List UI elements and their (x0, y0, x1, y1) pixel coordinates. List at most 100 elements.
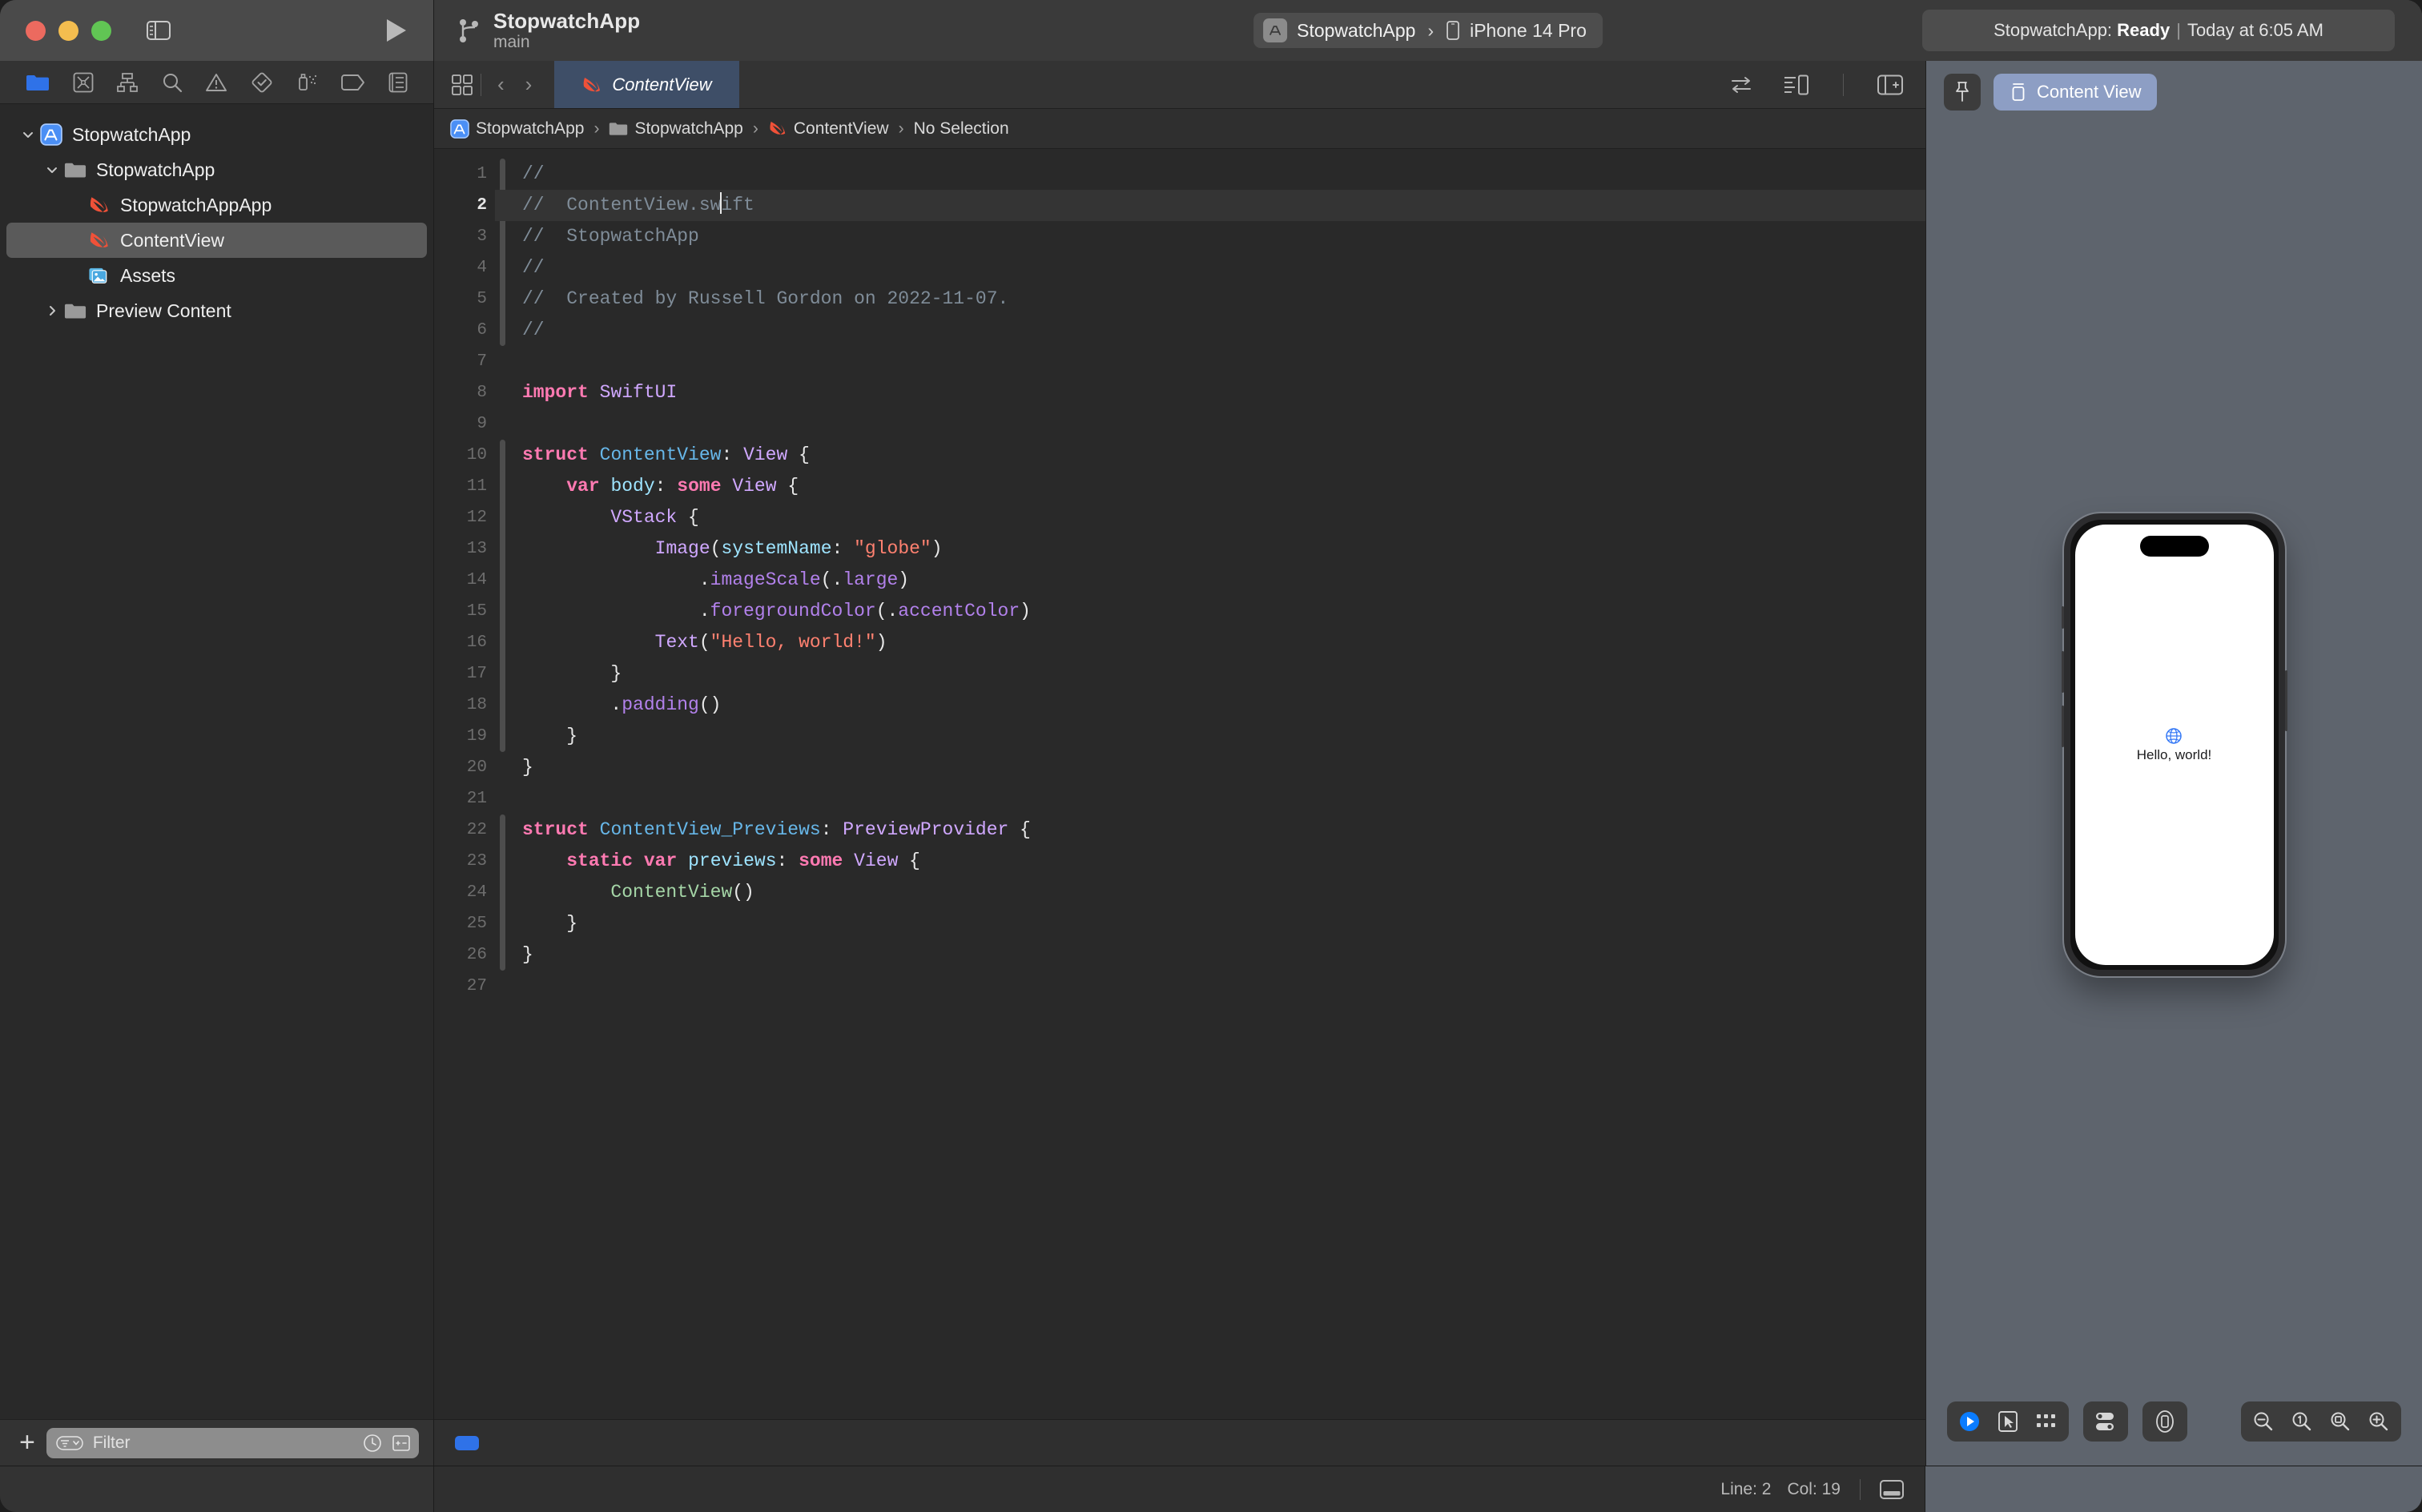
line-number[interactable]: 24 (434, 877, 495, 908)
line-number[interactable]: 18 (434, 690, 495, 721)
code-line[interactable]: // ContentView.swift (495, 190, 1925, 221)
line-number[interactable]: 3 (434, 221, 495, 252)
tree-item-stopwatchapp[interactable]: StopwatchApp (6, 117, 427, 152)
add-file-button[interactable]: + (19, 1434, 35, 1453)
code-line[interactable]: } (522, 939, 1925, 971)
issue-navigator-icon[interactable] (205, 72, 227, 93)
code-line[interactable]: } (522, 908, 1925, 939)
editor-options-icon[interactable] (452, 74, 473, 95)
code-line[interactable]: // (522, 159, 1925, 190)
code-line[interactable]: static var previews: some View { (522, 846, 1925, 877)
line-number[interactable]: 22 (434, 814, 495, 846)
code-line[interactable]: } (522, 721, 1925, 752)
device-orientation-icon[interactable] (2147, 1405, 2183, 1438)
debug-area-toggle-icon[interactable] (1880, 1480, 1904, 1499)
scheme-selector[interactable]: StopwatchApp › iPhone 14 Pro (1253, 13, 1603, 48)
source-control-navigator-icon[interactable] (73, 72, 94, 93)
line-number[interactable]: 14 (434, 565, 495, 596)
forward-button[interactable]: › (517, 72, 541, 97)
symbol-navigator-icon[interactable] (116, 72, 139, 93)
breadcrumb-item[interactable]: StopwatchApp (450, 119, 584, 139)
line-number[interactable]: 1 (434, 159, 495, 190)
code-line[interactable]: VStack { (522, 502, 1925, 533)
line-number[interactable]: 20 (434, 752, 495, 783)
run-button[interactable] (387, 19, 406, 42)
device-settings-icon[interactable] (2088, 1405, 2123, 1438)
folder-icon[interactable] (26, 73, 50, 92)
line-number[interactable]: 10 (434, 440, 495, 471)
line-number[interactable]: 7 (434, 346, 495, 377)
add-editor-icon[interactable] (1877, 74, 1903, 95)
breadcrumb-item[interactable]: No Selection (914, 119, 1009, 139)
find-navigator-icon[interactable] (162, 72, 183, 93)
line-number[interactable]: 19 (434, 721, 495, 752)
device-screen[interactable]: Hello, world! (2075, 525, 2274, 965)
code-line[interactable]: var body: some View { (522, 471, 1925, 502)
line-number[interactable]: 26 (434, 939, 495, 971)
zoom-button[interactable] (91, 21, 111, 41)
zoom-to-fit-icon[interactable] (2323, 1405, 2358, 1438)
report-navigator-icon[interactable] (388, 72, 408, 93)
code-line[interactable]: .imageScale(.large) (522, 565, 1925, 596)
preview-name-pill[interactable]: Content View (1994, 74, 2157, 111)
live-preview-icon[interactable] (1952, 1405, 1987, 1438)
related-items-icon[interactable] (1729, 75, 1753, 94)
disclosure-triangle[interactable] (42, 305, 62, 316)
selectable-preview-icon[interactable] (1990, 1405, 2026, 1438)
project-branch-block[interactable]: StopwatchApp main (457, 10, 640, 52)
tab-contentview[interactable]: ContentView (554, 61, 738, 108)
breadcrumb-item[interactable]: StopwatchApp (609, 119, 742, 139)
variants-icon[interactable] (2029, 1405, 2064, 1438)
code-line[interactable]: struct ContentView: View { (522, 440, 1925, 471)
line-number[interactable]: 2 (434, 190, 495, 221)
line-number[interactable]: 12 (434, 502, 495, 533)
debug-indicator[interactable] (455, 1436, 479, 1450)
code-line[interactable] (522, 346, 1925, 377)
code-line[interactable]: } (522, 752, 1925, 783)
code-line[interactable]: .padding() (522, 690, 1925, 721)
line-number[interactable]: 21 (434, 783, 495, 814)
line-number[interactable]: 25 (434, 908, 495, 939)
pin-icon[interactable] (1944, 74, 1981, 111)
close-button[interactable] (26, 21, 46, 41)
line-number[interactable]: 17 (434, 658, 495, 690)
code-line[interactable]: // (522, 315, 1925, 346)
back-button[interactable]: ‹ (489, 72, 513, 97)
tree-item-stopwatchappapp[interactable]: StopwatchAppApp (6, 187, 427, 223)
code-line[interactable] (522, 971, 1925, 1002)
debug-navigator-icon[interactable] (296, 72, 319, 93)
code-line[interactable]: } (522, 658, 1925, 690)
code-line[interactable]: // (522, 252, 1925, 284)
zoom-in-icon[interactable] (2361, 1405, 2396, 1438)
code-line[interactable]: ContentView() (522, 877, 1925, 908)
code-line[interactable] (522, 783, 1925, 814)
filter-input[interactable]: Filter (46, 1428, 419, 1458)
minimap-icon[interactable] (1784, 74, 1809, 95)
line-number[interactable]: 16 (434, 627, 495, 658)
code-line[interactable]: struct ContentView_Previews: PreviewProv… (522, 814, 1925, 846)
code-line[interactable]: Image(systemName: "globe") (522, 533, 1925, 565)
code-editor-area[interactable]: 1234567891011121314151617181920212223242… (434, 149, 1925, 1419)
sidebar-toggle-icon[interactable] (147, 21, 171, 40)
line-number[interactable]: 11 (434, 471, 495, 502)
line-number[interactable]: 27 (434, 971, 495, 1002)
source-code[interactable]: //// ContentView.swift// StopwatchApp///… (513, 149, 1925, 1419)
breadcrumb-item[interactable]: ContentView (768, 119, 889, 139)
line-number[interactable]: 23 (434, 846, 495, 877)
tree-item-assets[interactable]: Assets (6, 258, 427, 293)
tree-item-contentview[interactable]: ContentView (6, 223, 427, 258)
line-number[interactable]: 5 (434, 284, 495, 315)
project-file-tree[interactable]: StopwatchApp StopwatchApp StopwatchAppAp… (0, 104, 433, 1419)
tree-item-preview-content[interactable]: Preview Content (6, 293, 427, 328)
minimize-button[interactable] (58, 21, 78, 41)
status-display[interactable]: StopwatchApp: Ready | Today at 6:05 AM (1922, 10, 2395, 51)
breadcrumb[interactable]: StopwatchApp› StopwatchApp› ContentView›… (434, 109, 1925, 149)
line-number[interactable]: 6 (434, 315, 495, 346)
line-number[interactable]: 8 (434, 377, 495, 408)
test-navigator-icon[interactable] (251, 71, 273, 94)
code-line[interactable]: .foregroundColor(.accentColor) (522, 596, 1925, 627)
line-number[interactable]: 9 (434, 408, 495, 440)
line-number[interactable]: 15 (434, 596, 495, 627)
iphone-preview-device[interactable]: Hello, world! (2064, 513, 2285, 976)
code-line[interactable] (522, 408, 1925, 440)
